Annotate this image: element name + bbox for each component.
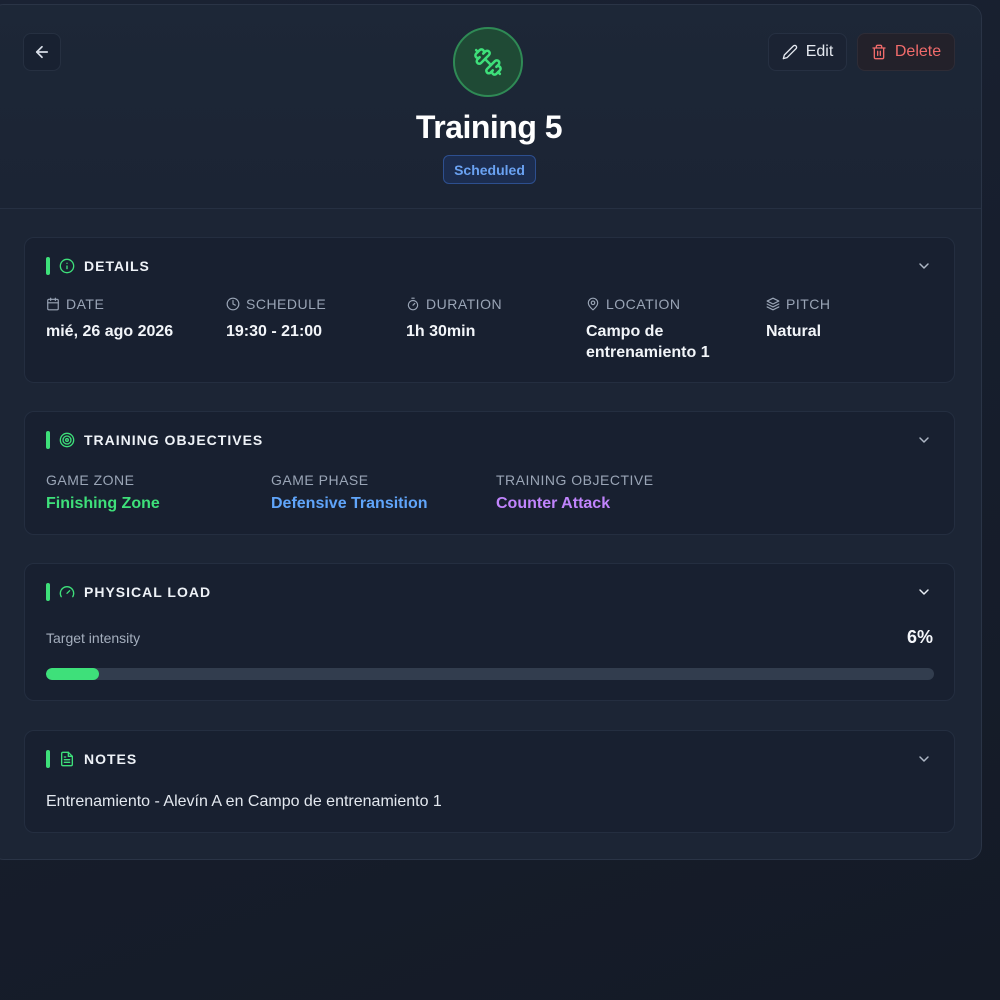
map-pin-icon xyxy=(587,297,599,311)
detail-date: DATE mié, 26 ago 2026 xyxy=(46,296,216,342)
detail-value: 1h 30min xyxy=(406,323,476,340)
edit-label: Edit xyxy=(805,43,834,60)
physical-load-header[interactable]: PHYSICAL LOAD xyxy=(46,582,211,602)
calendar-icon xyxy=(47,297,59,311)
detail-value: Campo de entrenamiento 1 xyxy=(586,323,710,361)
chevron-down-icon[interactable] xyxy=(916,751,932,767)
notes-text: Entrenamiento - Alevín A en Campo de ent… xyxy=(46,793,442,810)
objective-game-phase: GAME PHASE Defensive Transition xyxy=(271,472,491,513)
detail-label: DURATION xyxy=(426,296,503,312)
accent-bar xyxy=(46,431,50,449)
detail-label: DATE xyxy=(66,296,105,312)
trash-icon xyxy=(872,44,886,60)
info-icon xyxy=(59,258,75,274)
details-title: DETAILS xyxy=(84,258,150,274)
objective-value: Finishing Zone xyxy=(46,495,160,512)
page-header: Training 5 Scheduled Edit Delete xyxy=(0,5,981,209)
target-icon xyxy=(59,432,75,448)
objectives-header[interactable]: TRAINING OBJECTIVES xyxy=(46,430,263,450)
layers-icon xyxy=(766,297,780,311)
clock-icon xyxy=(226,297,240,311)
chevron-down-icon[interactable] xyxy=(916,584,932,600)
objective-label: GAME PHASE xyxy=(271,472,369,488)
intensity-value: 6% xyxy=(906,627,933,647)
objective-training-objective: TRAINING OBJECTIVE Counter Attack xyxy=(496,472,716,513)
objectives-title: TRAINING OBJECTIVES xyxy=(84,432,264,448)
page-title: Training 5 xyxy=(415,109,563,145)
details-header[interactable]: DETAILS xyxy=(46,256,150,276)
detail-location: LOCATION Campo de entrenamiento 1 xyxy=(586,296,756,363)
training-avatar xyxy=(453,27,523,97)
detail-label: SCHEDULE xyxy=(246,296,327,312)
chevron-down-icon[interactable] xyxy=(916,432,932,448)
file-text-icon xyxy=(61,751,73,767)
chevron-down-icon[interactable] xyxy=(916,258,932,274)
detail-schedule: SCHEDULE 19:30 - 21:00 xyxy=(226,296,396,342)
intensity-progress-fill xyxy=(46,668,100,680)
back-button[interactable] xyxy=(23,33,61,71)
pencil-icon xyxy=(782,44,797,60)
detail-value: 19:30 - 21:00 xyxy=(226,323,323,340)
intensity-label: Target intensity xyxy=(46,630,141,646)
details-card: DETAILS DATE mié, 26 ago 2026 SCHEDULE 1… xyxy=(24,237,955,383)
objective-label: GAME ZONE xyxy=(46,472,135,488)
training-detail-panel: Training 5 Scheduled Edit Delete DETAILS xyxy=(0,4,982,860)
objective-game-zone: GAME ZONE Finishing Zone xyxy=(46,472,266,513)
objective-label: TRAINING OBJECTIVE xyxy=(496,472,654,488)
objective-value: Counter Attack xyxy=(496,495,611,512)
detail-value: Natural xyxy=(766,323,822,340)
accent-bar xyxy=(46,257,50,275)
detail-label: PITCH xyxy=(786,296,831,312)
accent-bar xyxy=(46,583,50,601)
intensity-progress-bar xyxy=(46,668,934,680)
detail-duration: DURATION 1h 30min xyxy=(406,296,576,342)
dumbbell-icon xyxy=(474,48,502,76)
stopwatch-icon xyxy=(407,297,419,311)
accent-bar xyxy=(46,750,50,768)
gauge-icon xyxy=(59,586,75,598)
notes-title: NOTES xyxy=(84,751,138,767)
edit-button[interactable]: Edit xyxy=(768,33,847,71)
delete-button[interactable]: Delete xyxy=(857,33,955,71)
status-badge: Scheduled xyxy=(443,155,536,184)
detail-label: LOCATION xyxy=(606,296,681,312)
delete-label: Delete xyxy=(894,43,942,60)
physical-load-card: PHYSICAL LOAD Target intensity 6% xyxy=(24,563,955,701)
detail-pitch: PITCH Natural xyxy=(766,296,936,342)
physical-load-title: PHYSICAL LOAD xyxy=(84,584,212,600)
objective-value: Defensive Transition xyxy=(271,495,428,512)
objectives-card: TRAINING OBJECTIVES GAME ZONE Finishing … xyxy=(24,411,955,535)
detail-value: mié, 26 ago 2026 xyxy=(46,323,174,340)
notes-card: NOTES Entrenamiento - Alevín A en Campo … xyxy=(24,730,955,833)
arrow-left-icon xyxy=(35,45,49,59)
notes-header[interactable]: NOTES xyxy=(46,749,137,769)
